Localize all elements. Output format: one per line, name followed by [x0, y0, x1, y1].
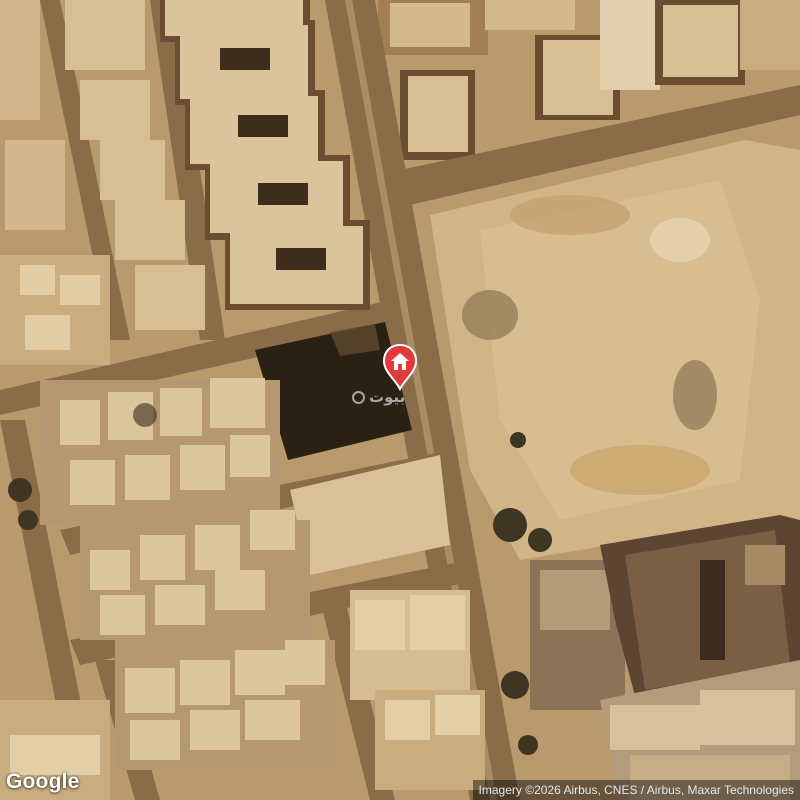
satellite-map[interactable]: بيوت Google Imagery ©2026 Airbus, CNES /… — [0, 0, 800, 800]
imagery-attribution: Imagery ©2026 Airbus, CNES / Airbus, Max… — [472, 780, 800, 800]
brand-logo-icon — [352, 390, 365, 404]
brand-text: بيوت — [369, 388, 406, 406]
brand-watermark: بيوت — [352, 388, 405, 406]
google-logo[interactable]: Google — [6, 770, 80, 794]
home-pin-icon[interactable] — [382, 343, 418, 391]
